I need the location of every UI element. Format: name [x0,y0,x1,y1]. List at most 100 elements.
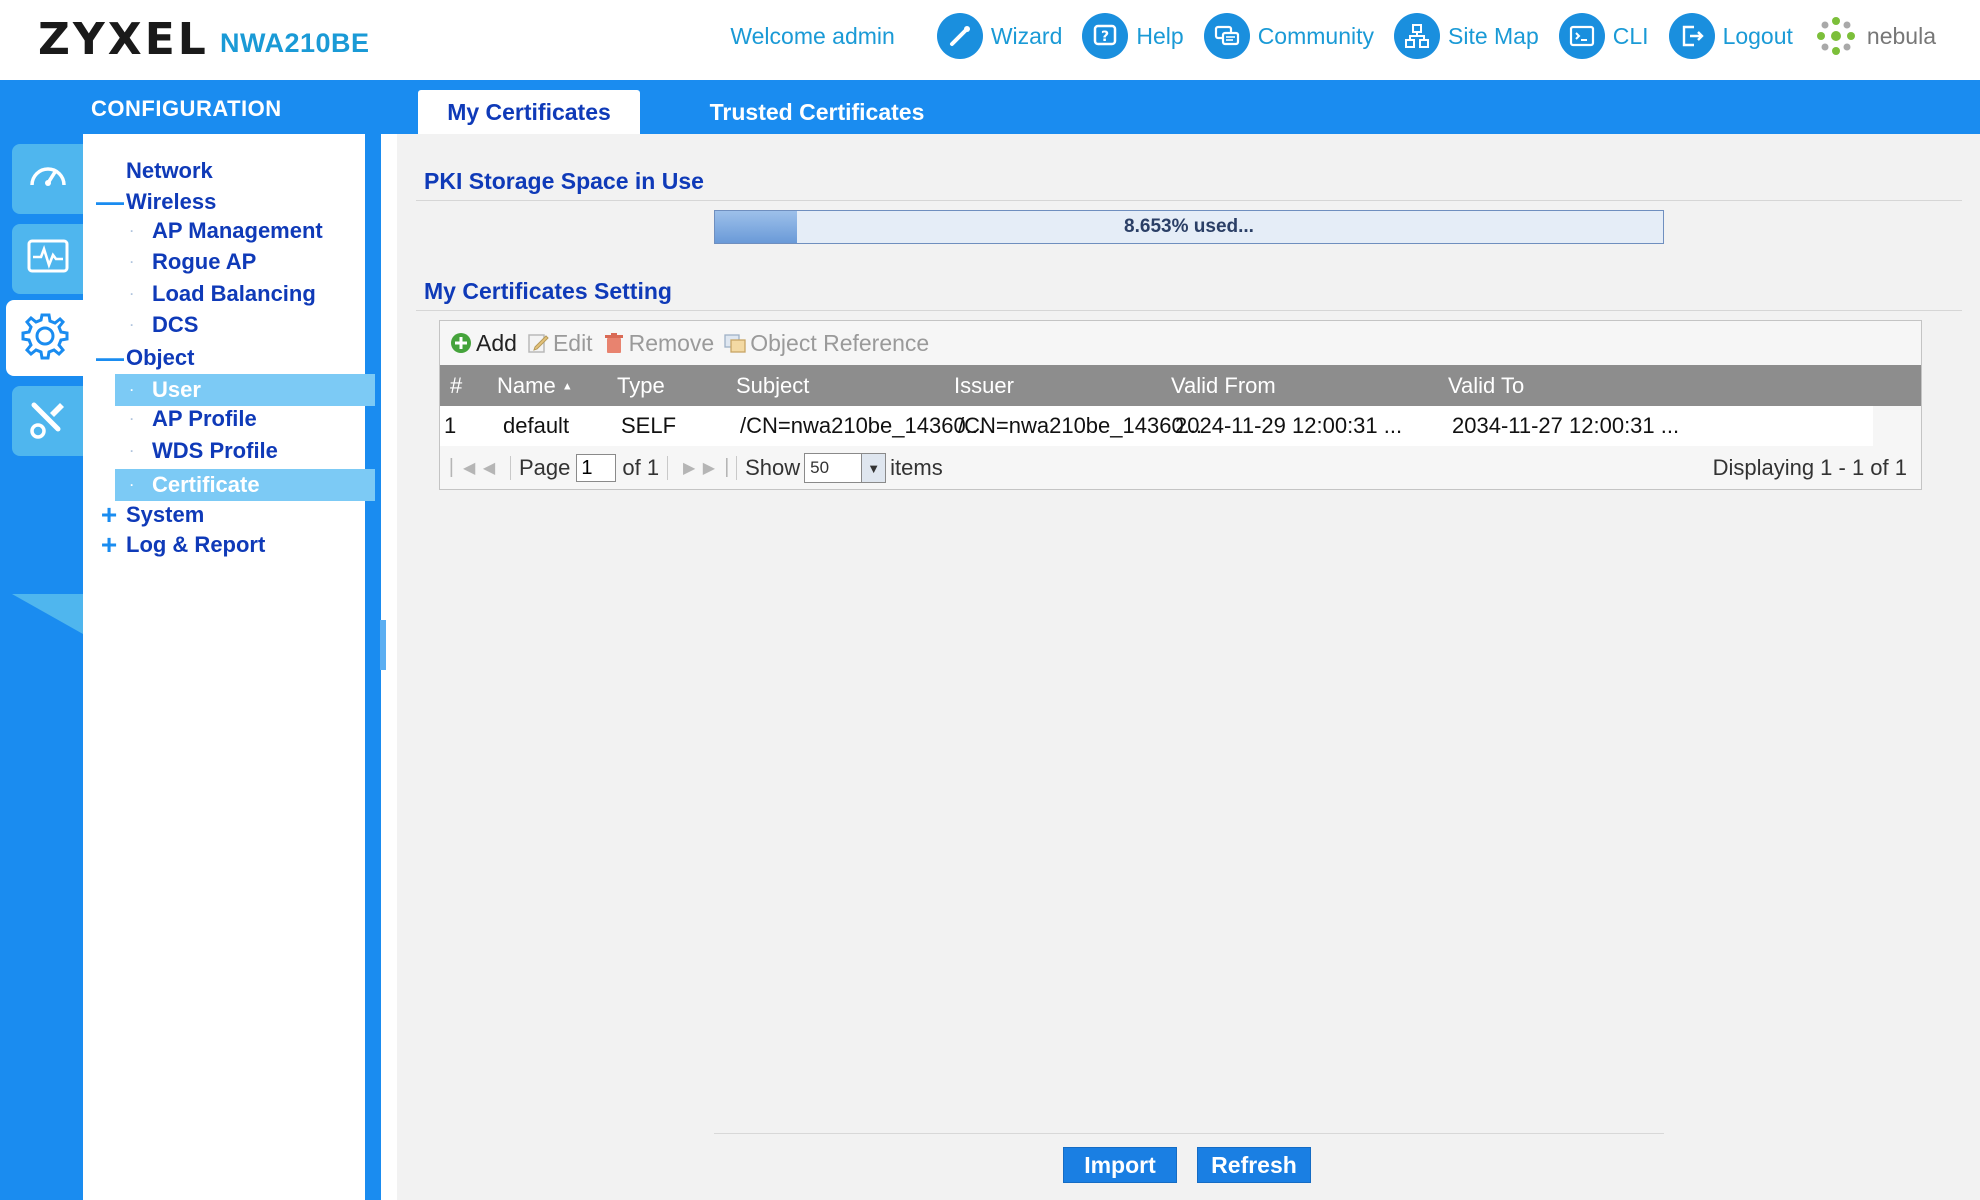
monitor-tab[interactable] [12,224,83,294]
help-label: Help [1136,22,1184,49]
cell-subject: /CN=nwa210be_14360... [740,413,985,438]
tab-wedge [12,594,83,634]
col-header-num[interactable]: # [450,365,462,406]
sitemap-icon [1394,13,1440,59]
maintenance-tab[interactable] [12,386,83,456]
pager-separator [736,456,738,480]
sidebar-resize-handle[interactable] [380,620,386,670]
nebula-link[interactable]: nebula [1813,13,1936,59]
grid-pager: ▏◀ ◀ Page of 1 ▶ ▶▕ Show 50 ▼ items Disp… [440,448,1921,488]
trash-icon [603,332,625,354]
remove-button[interactable]: Remove [603,330,714,357]
expand-icon[interactable]: + [96,501,122,529]
add-button[interactable]: Add [450,330,517,357]
expand-icon[interactable]: + [96,531,122,559]
object-reference-icon [724,332,746,354]
page-label: Page [519,455,571,480]
chevron-down-icon[interactable]: ▼ [861,454,886,482]
settings-section-title: My Certificates Setting [424,278,672,304]
add-label: Add [476,329,517,356]
object-reference-button[interactable]: Object Reference [724,330,929,357]
last-page-icon[interactable]: ▶▕ [702,455,728,481]
prev-page-icon[interactable]: ◀ [476,455,502,481]
sidebar-item-user[interactable]: · User [115,374,375,406]
configuration-tab[interactable] [6,300,83,376]
col-header-valid-from[interactable]: Valid From [1171,365,1276,406]
pki-usage-text: 8.653% used... [1124,216,1254,237]
col-header-subject[interactable]: Subject [736,365,809,406]
sidebar-item-label: AP Management [152,218,323,243]
sidebar-item-label: WDS Profile [152,438,278,463]
sidebar-item-label: System [126,502,205,527]
displaying-count: Displaying 1 - 1 of 1 [1712,455,1907,480]
logout-icon [1668,13,1715,59]
cell-type: SELF [621,413,677,438]
sidebar-item-ap-management[interactable]: · AP Management [130,218,323,244]
collapse-icon[interactable]: — [96,344,124,372]
col-header-issuer[interactable]: Issuer [954,365,1014,406]
sidebar-item-label: Certificate [152,472,260,497]
dashboard-tab[interactable] [12,144,83,214]
bullet-icon: · [130,287,134,301]
pager-separator [667,456,669,480]
section-divider [416,310,1962,311]
first-page-icon[interactable]: ▏◀ [450,455,476,481]
sidebar-item-system[interactable]: + System [96,501,204,529]
sidebar-item-network[interactable]: Network [96,158,213,184]
page-size-select[interactable]: 50 ▼ [804,453,887,483]
bullet-icon: · [130,478,134,492]
monitor-icon [24,233,72,286]
object-reference-label: Object Reference [750,329,930,356]
import-button[interactable]: Import [1063,1147,1177,1183]
sitemap-link[interactable]: Site Map [1394,13,1539,59]
sidebar-item-object[interactable]: — Object [96,344,194,372]
wizard-link[interactable]: Wizard [936,13,1062,59]
sidebar-item-wireless[interactable]: — Wireless [96,188,216,216]
cli-link[interactable]: CLI [1558,13,1649,59]
sidebar-item-log-report[interactable]: + Log & Report [96,531,266,559]
svg-text:?: ? [1101,29,1109,45]
config-bar [0,80,1980,134]
nebula-label: nebula [1866,22,1936,49]
cli-label: CLI [1612,22,1649,49]
col-header-name-label: Name [497,373,556,398]
grid-header-row: # Name ▲ Type Subject Issuer Valid From … [440,365,1921,406]
sidebar-item-load-balancing[interactable]: · Load Balancing [130,281,316,307]
sidebar-item-label: Log & Report [126,532,266,557]
header-nav: Welcome admin Wizard ? Help Community Si… [730,8,1936,64]
col-header-name[interactable]: Name ▲ [497,365,573,406]
grid-toolbar: Add Edit Remove Object Reference [440,321,1921,365]
sidebar-item-label: Rogue AP [152,249,257,274]
help-link[interactable]: ? Help [1082,13,1184,59]
tab-my-certificates[interactable]: My Certificates [418,90,640,134]
edit-icon [527,332,549,354]
collapse-icon[interactable]: — [96,188,124,216]
sidebar-item-certificate[interactable]: · Certificate [115,469,375,501]
sidebar-item-label: AP Profile [152,406,257,431]
sidebar-item-label: Wireless [126,189,217,214]
col-header-type[interactable]: Type [617,365,665,406]
sidebar-item-label: DCS [152,312,199,337]
sidebar-item-label: User [152,377,201,402]
community-link[interactable]: Community [1203,13,1374,59]
next-page-icon[interactable]: ▶ [676,455,702,481]
col-header-valid-to[interactable]: Valid To [1448,365,1524,406]
bullet-icon: · [130,224,134,238]
bullet-icon: · [130,444,134,458]
logout-link[interactable]: Logout [1668,13,1793,59]
tab-trusted-certificates[interactable]: Trusted Certificates [676,90,958,134]
table-row[interactable]: 1 default SELF /CN=nwa210be_14360... /CN… [440,406,1873,446]
cell-name: default [503,413,570,438]
device-model: NWA210BE [220,28,370,58]
refresh-button[interactable]: Refresh [1197,1147,1311,1183]
certificates-grid: Add Edit Remove Object Reference # Name … [439,320,1922,490]
edit-button[interactable]: Edit [527,330,593,357]
sidebar-item-rogue-ap[interactable]: · Rogue AP [130,249,256,275]
cli-icon [1558,13,1605,59]
page-number-input[interactable] [576,454,617,482]
sidebar-item-ap-profile[interactable]: · AP Profile [130,406,257,432]
welcome-text: Welcome admin [730,22,895,49]
sidebar-item-dcs[interactable]: · DCS [130,312,198,338]
sidebar-item-wds-profile[interactable]: · WDS Profile [130,438,278,464]
cell-issuer: /CN=nwa210be_14360... [958,413,1203,438]
